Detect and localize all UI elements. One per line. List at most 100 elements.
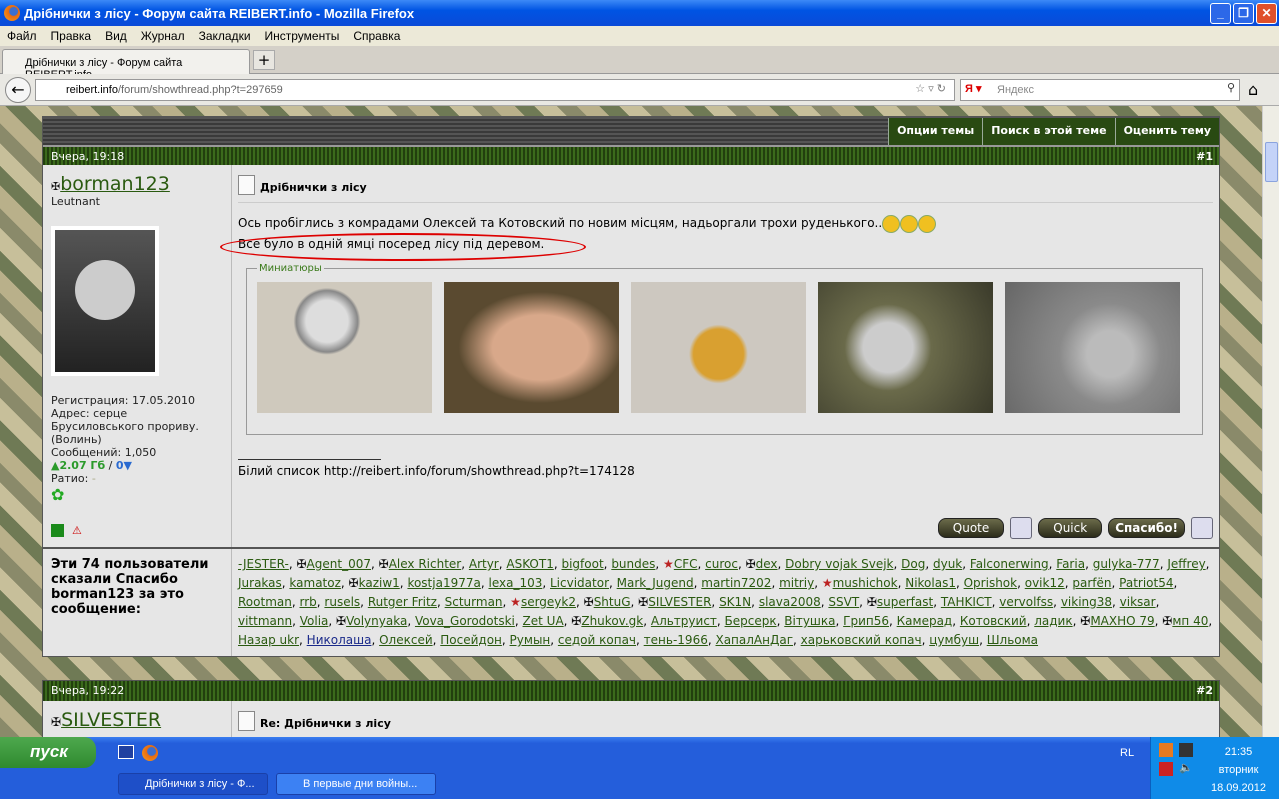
thanks-user-link[interactable]: Patriot54 <box>1119 576 1173 590</box>
thanks-user-link[interactable]: Берсерк <box>725 614 777 628</box>
search-input[interactable]: Яндекс Я ▾ ⚲ <box>960 79 1240 101</box>
thanks-user-link[interactable]: Dobry vojak Svejk <box>785 557 893 571</box>
thumbnail-items[interactable] <box>1005 282 1180 413</box>
thanks-user-link[interactable]: Artyr <box>469 557 499 571</box>
start-button[interactable]: пуск <box>0 737 96 768</box>
scrollbar-thumb[interactable] <box>1265 142 1278 182</box>
thanks-user-link[interactable]: SILVESTER <box>648 595 711 609</box>
vertical-scrollbar[interactable] <box>1262 106 1279 737</box>
thanks-user-link[interactable]: Jeffrey <box>1167 557 1205 571</box>
icq-icon[interactable]: ✿ <box>51 485 223 504</box>
thanks-user-link[interactable]: Посейдон <box>440 633 502 647</box>
thanks-user-link[interactable]: viksar <box>1120 595 1156 609</box>
report-icon[interactable]: ⚠ <box>72 524 82 537</box>
thanks-button[interactable]: Спасибо! <box>1108 518 1185 538</box>
menu-help[interactable]: Справка <box>353 29 400 43</box>
thanks-user-link[interactable]: Volia <box>300 614 329 628</box>
menu-view[interactable]: Вид <box>105 29 127 43</box>
volume-icon[interactable]: 🔈 <box>1179 761 1193 774</box>
thanks-user-link[interactable]: rusels <box>324 595 360 609</box>
thanks-user-link[interactable]: mushichok <box>833 576 898 590</box>
thanks-user-link[interactable]: vittmann <box>238 614 292 628</box>
thanks-user-link[interactable]: цумбуш <box>929 633 979 647</box>
show-desktop-icon[interactable] <box>118 745 134 759</box>
thanks-user-link[interactable]: dex <box>756 557 778 571</box>
tab-active[interactable]: Дрібнички з лісу - Форум сайта REIBERT.i… <box>2 49 250 81</box>
tray-app-icon[interactable] <box>1159 743 1173 757</box>
search-thread-button[interactable]: Поиск в этой теме <box>982 118 1115 145</box>
thanks-user-link[interactable]: ovik12 <box>1025 576 1065 590</box>
menu-file[interactable]: Файл <box>7 29 37 43</box>
thanks-user-link[interactable]: Licvidator <box>550 576 609 590</box>
thanks-user-link[interactable]: Николаша <box>307 633 372 647</box>
rate-thread-button[interactable]: Оценить тему <box>1114 118 1219 145</box>
maximize-button[interactable]: ❐ <box>1233 3 1254 24</box>
thanks-user-link[interactable]: Вітушка <box>784 614 835 628</box>
close-button[interactable]: ✕ <box>1256 3 1277 24</box>
thanks-user-link[interactable]: Oprishok <box>964 576 1017 590</box>
thanks-user-link[interactable]: седой копач <box>558 633 636 647</box>
thanks-user-link[interactable]: sergeyk2 <box>521 595 576 609</box>
thanks-user-link[interactable]: Котовский <box>960 614 1027 628</box>
menu-edit[interactable]: Правка <box>51 29 92 43</box>
network-icon[interactable] <box>1179 743 1193 757</box>
taskbar-item[interactable]: Дрібнички з лісу - Ф... <box>118 773 268 795</box>
thanks-user-link[interactable]: Dog <box>901 557 925 571</box>
minimize-button[interactable]: _ <box>1210 3 1231 24</box>
thumbnail-hand[interactable] <box>444 282 619 413</box>
thanks-user-link[interactable]: bundes <box>611 557 655 571</box>
thanks-user-link[interactable]: ХапалАнДаг <box>715 633 793 647</box>
thanks-user-link[interactable]: CFC <box>674 557 698 571</box>
thanks-user-link[interactable]: Mark_Jugend <box>617 576 694 590</box>
thanks-user-link[interactable]: Румын <box>510 633 551 647</box>
multiquote-icon[interactable] <box>1010 517 1033 539</box>
thanks-user-link[interactable]: Zet UA <box>523 614 564 628</box>
thumbnail-coins[interactable] <box>257 282 432 413</box>
search-icon[interactable]: ⚲ <box>1227 81 1235 94</box>
thanks-user-link[interactable]: Agent_007 <box>307 557 371 571</box>
thanks-user-link[interactable]: bigfoot <box>561 557 603 571</box>
thanks-user-link[interactable]: kamatoz <box>289 576 340 590</box>
thanks-user-link[interactable]: ShtuG <box>594 595 631 609</box>
post-number[interactable]: #1 <box>1196 147 1213 167</box>
thanks-user-link[interactable]: Vova_Gorodotski <box>415 614 515 628</box>
quote-button[interactable]: Quote <box>937 518 1005 538</box>
thanks-user-link[interactable]: Faria <box>1056 557 1085 571</box>
thanks-user-link[interactable]: тень-1966 <box>644 633 708 647</box>
thanks-user-link[interactable]: lexa_103 <box>488 576 542 590</box>
thanks-user-link[interactable]: Назар ukr <box>238 633 299 647</box>
bookmark-star-icon[interactable]: ☆ ▿ ↻ <box>915 82 946 95</box>
username-link[interactable]: borman123 <box>60 173 170 195</box>
thread-options-button[interactable]: Опции темы <box>888 118 983 145</box>
thanks-user-link[interactable]: мп 40 <box>1172 614 1208 628</box>
taskbar-item[interactable]: В первые дни войны... <box>276 773 436 795</box>
thanks-user-link[interactable]: kostja1977a <box>407 576 480 590</box>
thanks-user-link[interactable]: Олексей <box>379 633 433 647</box>
thanks-user-link[interactable]: Alex Richter <box>389 557 462 571</box>
thanks-user-link[interactable]: Шльома <box>987 633 1038 647</box>
back-button[interactable]: ← <box>5 77 31 103</box>
thanks-user-link[interactable]: Грип56 <box>843 614 889 628</box>
post-number[interactable]: #2 <box>1196 681 1213 701</box>
thanks-user-link[interactable]: -JESTER- <box>238 557 289 571</box>
thanks-user-link[interactable]: vervolfss <box>999 595 1053 609</box>
home-icon[interactable]: ⌂ <box>1248 80 1258 99</box>
thanks-user-link[interactable]: SSVT <box>828 595 859 609</box>
thanks-user-link[interactable]: ASKOT1 <box>506 557 553 571</box>
thanks-user-link[interactable]: curoc <box>705 557 738 571</box>
thanks-user-link[interactable]: Rutger Fritz <box>368 595 437 609</box>
thumbnail-watches[interactable] <box>818 282 993 413</box>
thanks-user-link[interactable]: superfast <box>877 595 933 609</box>
reply-icon[interactable] <box>1191 517 1213 539</box>
thanks-user-link[interactable]: parfën <box>1072 576 1111 590</box>
thanks-user-link[interactable]: TAHKICT <box>941 595 992 609</box>
kaspersky-icon[interactable] <box>1159 762 1173 776</box>
thanks-user-link[interactable]: rrb <box>299 595 316 609</box>
thanks-user-link[interactable]: харьковский копач <box>801 633 922 647</box>
thanks-user-link[interactable]: Zhukov.gk <box>581 614 643 628</box>
menu-history[interactable]: Журнал <box>141 29 185 43</box>
thanks-user-link[interactable]: Scturman <box>445 595 503 609</box>
yandex-icon[interactable]: Я ▾ <box>965 82 981 95</box>
thanks-user-link[interactable]: Камерад <box>897 614 953 628</box>
thanks-user-link[interactable]: SK1N <box>719 595 751 609</box>
